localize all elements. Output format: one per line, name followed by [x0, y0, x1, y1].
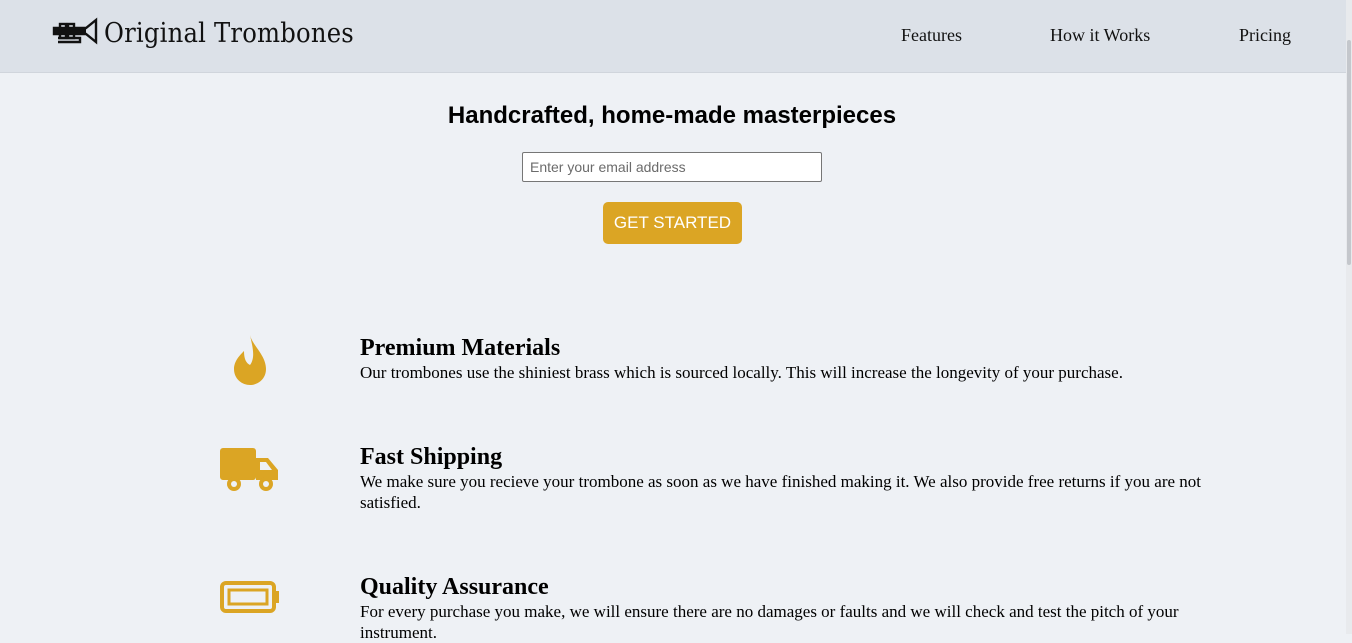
nav-link-features[interactable]: Features	[901, 25, 962, 46]
fire-icon	[220, 330, 280, 390]
feature-text: For every purchase you make, we will ens…	[360, 602, 1179, 642]
hero-title: Handcrafted, home-made masterpieces	[447, 102, 897, 129]
truck-icon	[220, 437, 280, 497]
brand-name: Original Trombones	[104, 17, 354, 49]
feature-text: Our trombones use the shiniest brass whi…	[360, 363, 1123, 382]
feature-text: We make sure you recieve your trombone a…	[360, 472, 1202, 512]
logo[interactable]: Original Trombones	[52, 16, 354, 50]
nav-link-pricing[interactable]: Pricing	[1239, 25, 1291, 46]
feature-title: Quality Assurance	[360, 574, 549, 600]
site-header: Original Trombones Features How it Works…	[0, 0, 1352, 73]
email-input[interactable]	[522, 152, 822, 182]
scrollbar[interactable]	[1346, 0, 1352, 634]
nav-link-how-it-works[interactable]: How it Works	[1050, 25, 1150, 46]
feature-title: Premium Materials	[360, 335, 561, 361]
get-started-button[interactable]: GET STARTED	[603, 202, 742, 244]
feature-title: Fast Shipping	[360, 444, 503, 470]
trombone-icon	[52, 16, 98, 51]
scrollbar-thumb[interactable]	[1347, 40, 1351, 265]
battery-icon	[220, 567, 280, 627]
